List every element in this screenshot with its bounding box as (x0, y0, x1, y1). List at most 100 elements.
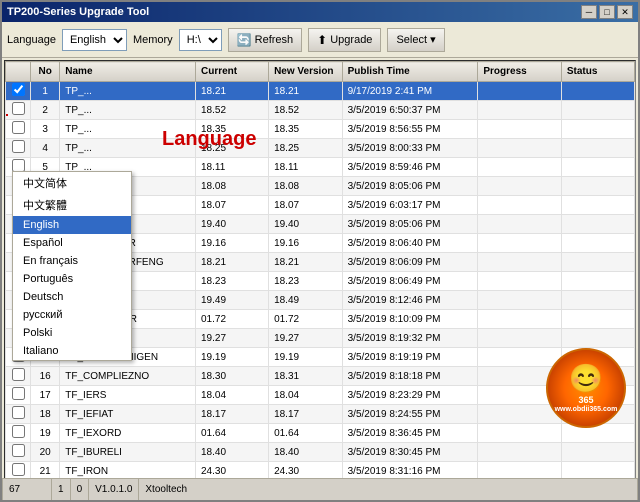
language-dropdown-list: 中文简体 中文繁體 English Español En français Po… (12, 171, 132, 361)
lang-deutsch[interactable]: Deutsch (13, 288, 131, 306)
lang-espanol[interactable]: Español (13, 234, 131, 252)
language-floating-label: Language (162, 128, 256, 151)
col-header-check (6, 62, 31, 82)
row-checkbox[interactable] (12, 368, 25, 381)
row-new-version: 19.27 (269, 329, 343, 348)
row-checkbox[interactable] (12, 83, 25, 96)
table-row[interactable]: 21TF_IRON24.3024.303/5/2019 8:31:16 PM (6, 462, 635, 479)
title-bar: TP200-Series Upgrade Tool ─ □ ✕ (2, 2, 638, 22)
row-new-version: 18.31 (269, 367, 343, 386)
content-area: 中文简体 中文繁體 English Español En français Po… (2, 58, 638, 478)
row-checkbox[interactable] (12, 425, 25, 438)
row-progress (478, 462, 562, 479)
row-publish-time: 3/5/2019 8:05:06 PM (342, 215, 478, 234)
table-row[interactable]: 3TP_...18.3518.353/5/2019 8:56:55 PM (6, 120, 635, 139)
main-window: TP200-Series Upgrade Tool ─ □ ✕ Language… (0, 0, 640, 502)
lang-polski[interactable]: Polski (13, 324, 131, 342)
upgrade-button[interactable]: ⬆ Upgrade (308, 28, 381, 52)
table-row[interactable]: 19TF_IEXORD01.6401.643/5/2019 8:36:45 PM (6, 424, 635, 443)
row-status (561, 234, 634, 253)
row-status (561, 310, 634, 329)
lang-francais[interactable]: En français (13, 252, 131, 270)
row-number: 4 (31, 139, 60, 158)
lang-portugues[interactable]: Português (13, 270, 131, 288)
lang-italiano[interactable]: Italiano (13, 342, 131, 360)
table-row[interactable]: 18TF_IEFIAT18.1718.173/5/2019 8:24:55 PM (6, 405, 635, 424)
row-status (561, 253, 634, 272)
row-publish-time: 3/5/2019 8:23:29 PM (342, 386, 478, 405)
row-progress (478, 405, 562, 424)
row-current: 18.04 (195, 386, 268, 405)
row-current: 18.07 (195, 196, 268, 215)
table-row[interactable]: 4TP_...18.2518.253/5/2019 8:00:33 PM (6, 139, 635, 158)
language-select[interactable]: English (62, 29, 127, 51)
row-name: TF_IBURELI (60, 443, 196, 462)
row-name: TF_IEFIAT (60, 405, 196, 424)
row-progress (478, 348, 562, 367)
row-status (561, 139, 634, 158)
row-number: 3 (31, 120, 60, 139)
row-publish-time: 3/5/2019 6:50:37 PM (342, 101, 478, 120)
status-company: Xtooltech (139, 479, 638, 500)
row-new-version: 18.25 (269, 139, 343, 158)
table-row[interactable]: 17TF_IERS18.0418.043/5/2019 8:23:29 PM (6, 386, 635, 405)
row-progress (478, 196, 562, 215)
row-new-version: 19.16 (269, 234, 343, 253)
row-number: 18 (31, 405, 60, 424)
memory-select[interactable]: H:\ (179, 29, 222, 51)
refresh-button[interactable]: 🔄 Refresh (228, 28, 302, 52)
table-row[interactable]: 20TF_IBURELI18.4018.403/5/2019 8:30:45 P… (6, 443, 635, 462)
row-progress (478, 82, 562, 101)
row-progress (478, 158, 562, 177)
minimize-button[interactable]: ─ (581, 5, 597, 19)
row-checkbox[interactable] (12, 406, 25, 419)
lang-russian[interactable]: русский (13, 306, 131, 324)
row-current: 19.16 (195, 234, 268, 253)
row-name: TF_IEXORD (60, 424, 196, 443)
row-checkbox[interactable] (12, 444, 25, 457)
col-header-progress: Progress (478, 62, 562, 82)
lang-zh-traditional[interactable]: 中文繁體 (13, 194, 131, 216)
row-status (561, 177, 634, 196)
row-current: 18.23 (195, 272, 268, 291)
col-header-status: Status (561, 62, 634, 82)
row-publish-time: 3/5/2019 8:00:33 PM (342, 139, 478, 158)
row-current: 18.40 (195, 443, 268, 462)
window-controls: ─ □ ✕ (581, 5, 633, 19)
row-checkbox[interactable] (12, 463, 25, 476)
memory-label: Memory (133, 34, 173, 46)
row-new-version: 18.52 (269, 101, 343, 120)
close-button[interactable]: ✕ (617, 5, 633, 19)
lang-english[interactable]: English (13, 216, 131, 234)
table-row[interactable]: 2TP_...18.5218.523/5/2019 6:50:37 PM (6, 101, 635, 120)
window-title: TP200-Series Upgrade Tool (7, 6, 149, 18)
row-current: 18.17 (195, 405, 268, 424)
select-button[interactable]: Select ▾ (387, 28, 444, 52)
row-publish-time: 9/17/2019 2:41 PM (342, 82, 478, 101)
row-checkbox[interactable] (12, 140, 25, 153)
maximize-button[interactable]: □ (599, 5, 615, 19)
row-checkbox[interactable] (12, 121, 25, 134)
upgrade-icon: ⬆ (317, 33, 327, 47)
row-checkbox[interactable] (12, 102, 25, 115)
row-checkbox[interactable] (12, 387, 25, 400)
row-publish-time: 3/5/2019 8:06:40 PM (342, 234, 478, 253)
row-progress (478, 101, 562, 120)
row-progress (478, 329, 562, 348)
row-new-version: 18.35 (269, 120, 343, 139)
table-row[interactable]: 16TF_COMPLIEZNO18.3018.313/5/2019 8:18:1… (6, 367, 635, 386)
row-status (561, 272, 634, 291)
row-current: 18.21 (195, 82, 268, 101)
status-version: V1.0.1.0 (89, 479, 139, 500)
table-row[interactable]: 1TP_...18.2118.219/17/2019 2:41 PM (6, 82, 635, 101)
row-progress (478, 272, 562, 291)
row-current: 24.30 (195, 462, 268, 479)
row-publish-time: 3/5/2019 8:30:45 PM (342, 443, 478, 462)
language-label: Language (7, 34, 56, 46)
row-number: 20 (31, 443, 60, 462)
row-status (561, 82, 634, 101)
lang-zh-simplified[interactable]: 中文简体 (13, 172, 131, 194)
row-publish-time: 3/5/2019 8:56:55 PM (342, 120, 478, 139)
toolbar: Language English Memory H:\ 🔄 Refresh ⬆ … (2, 22, 638, 58)
language-dropdown: 中文简体 中文繁體 English Español En français Po… (6, 114, 8, 116)
